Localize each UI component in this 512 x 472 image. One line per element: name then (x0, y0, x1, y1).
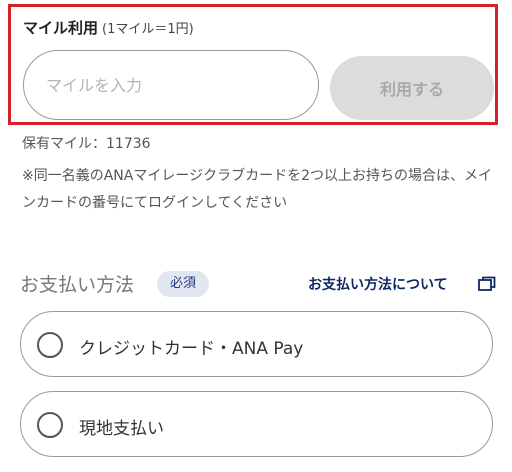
held-miles: 保有マイル：11736 (22, 136, 151, 152)
payment-option-label: クレジットカード・ANA Pay (79, 339, 304, 359)
mileage-section: マイル利用(1マイル＝1円) 利用する (8, 4, 498, 125)
payment-option-label: 現地支払い (79, 419, 164, 439)
payment-option-onsite[interactable]: 現地支払い (20, 391, 493, 457)
radio-icon[interactable] (37, 412, 63, 438)
required-badge: 必須 (157, 271, 209, 297)
payment-option-credit-card[interactable]: クレジットカード・ANA Pay (20, 311, 493, 377)
mileage-input[interactable] (23, 50, 319, 120)
payment-info-link[interactable]: お支払い方法について (308, 274, 448, 294)
external-link-icon[interactable] (478, 276, 496, 292)
login-note: ※同一名義のANAマイレージクラブカードを2つ以上お持ちの場合は、メインカードの… (22, 168, 492, 211)
mileage-title: マイル利用 (1マイル＝1円) (23, 17, 194, 38)
mileage-title-text: マイル利用 (23, 19, 99, 37)
radio-icon[interactable] (37, 332, 63, 358)
use-miles-button[interactable]: 利用する (330, 56, 494, 120)
mileage-rate: (1マイル＝1円) (102, 22, 194, 37)
payment-method-label: お支払い方法 (20, 274, 135, 296)
